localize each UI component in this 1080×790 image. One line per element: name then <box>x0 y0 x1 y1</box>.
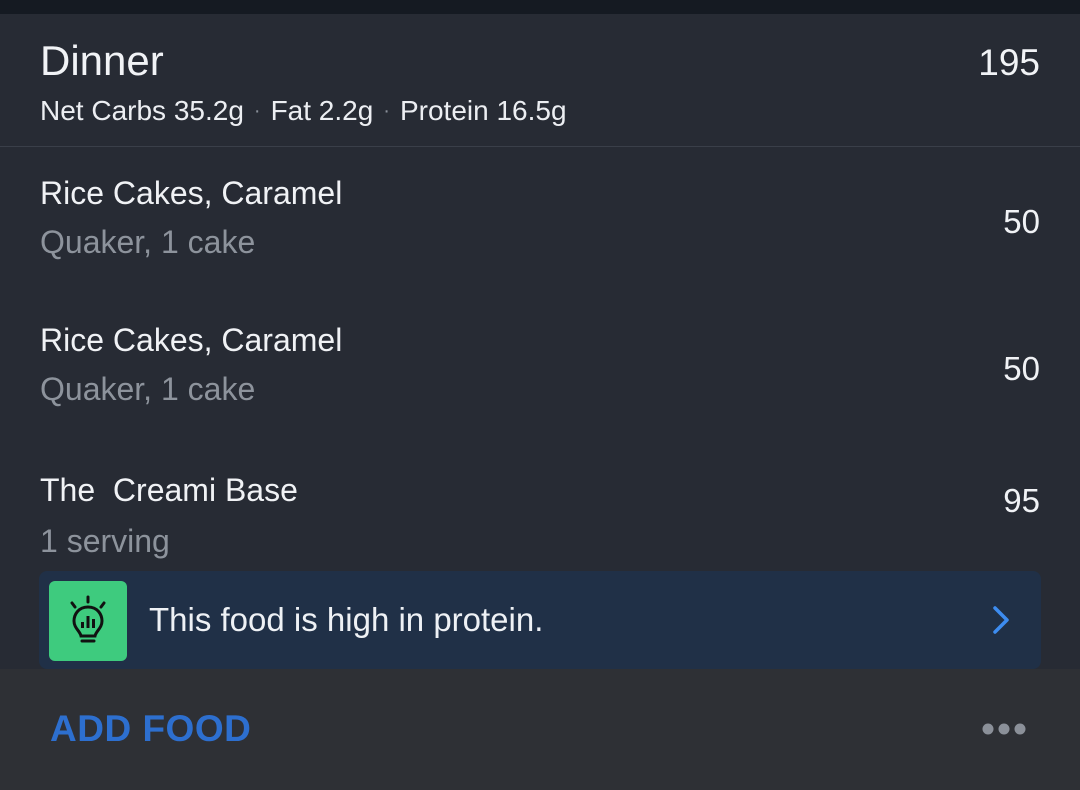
chevron-right-icon <box>991 604 1011 641</box>
food-entry[interactable]: Rice Cakes, Caramel Quaker, 1 cake 50 <box>0 147 1080 294</box>
meal-header: Dinner 195 Net Carbs 35.2g · Fat 2.2g · Prot… <box>0 14 1080 147</box>
add-food-button[interactable]: ADD FOOD <box>50 710 251 747</box>
meal-title: Dinner <box>40 37 164 84</box>
more-horizontal-icon[interactable] <box>980 719 1028 739</box>
food-name: Rice Cakes, Caramel <box>40 175 343 211</box>
food-calories: 95 <box>1003 482 1040 519</box>
food-calories: 50 <box>1003 203 1040 240</box>
lightbulb-icon <box>49 581 127 661</box>
food-detail: 1 serving <box>40 523 170 559</box>
food-detail: Quaker, 1 cake <box>40 371 256 407</box>
fat-value: Fat 2.2g <box>270 95 374 126</box>
meal-footer: ADD FOOD <box>0 669 1080 790</box>
food-name: The Creami Base <box>40 472 298 508</box>
food-entry[interactable]: Rice Cakes, Caramel Quaker, 1 cake 50 <box>0 294 1080 441</box>
meal-calories: 195 <box>978 42 1040 83</box>
food-entry[interactable]: The Creami Base 1 serving 95 <box>0 441 1080 571</box>
net-carbs-value: Net Carbs 35.2g <box>40 95 244 126</box>
protein-value: Protein 16.5g <box>399 95 567 126</box>
insight-text: This food is high in protein. <box>149 601 544 638</box>
diary-screen: Dinner 195 Net Carbs 35.2g · Fat 2.2g · Prot… <box>0 0 1080 790</box>
food-detail: Quaker, 1 cake <box>40 224 256 260</box>
macro-separator: · <box>253 100 261 122</box>
macro-separator: · <box>383 100 390 122</box>
top-strip <box>0 0 1080 14</box>
food-calories: 50 <box>1003 350 1040 387</box>
protein-insight-banner[interactable]: This food is high in protein. <box>39 571 1041 669</box>
macro-summary: Net Carbs 35.2g · Fat 2.2g · Protein 16.5g <box>40 94 567 128</box>
food-name: Rice Cakes, Caramel <box>40 322 343 358</box>
